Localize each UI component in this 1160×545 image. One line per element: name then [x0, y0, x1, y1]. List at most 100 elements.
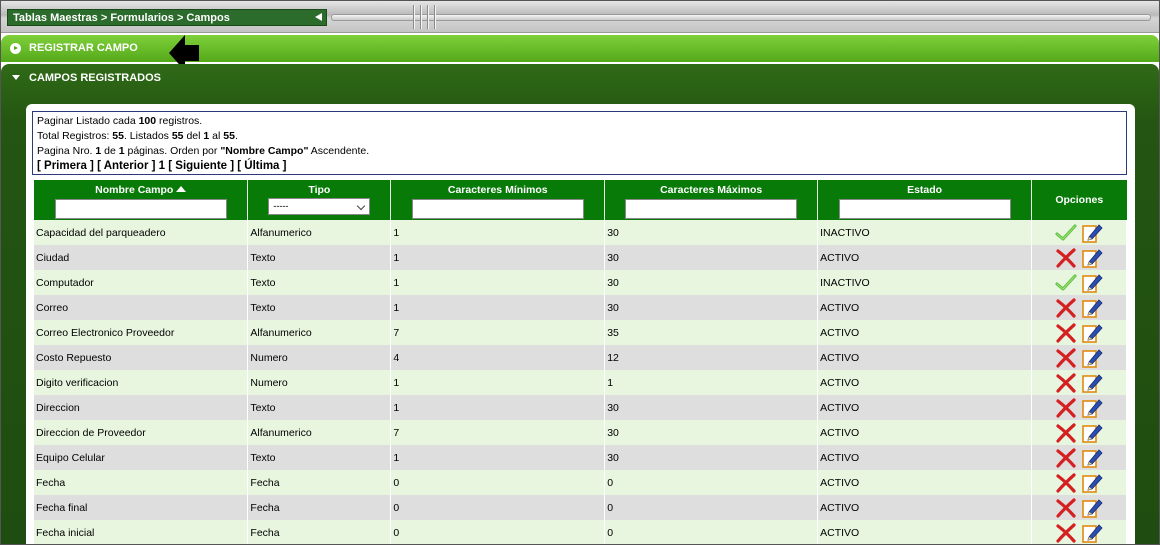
- delete-x-icon[interactable]: [1055, 372, 1077, 393]
- edit-icon[interactable]: [1081, 473, 1103, 493]
- cell-opciones: [1031, 245, 1127, 270]
- edit-icon[interactable]: [1081, 448, 1103, 468]
- table-row: Direccion Texto 1 30 ACTIVO: [34, 395, 1127, 420]
- delete-x-icon[interactable]: [1055, 522, 1077, 543]
- edit-icon[interactable]: [1081, 523, 1103, 543]
- cell-min: 4: [390, 345, 606, 370]
- cell-max: 0: [604, 470, 819, 495]
- cell-nombre: Direccion de Proveedor: [34, 420, 249, 445]
- header-nombre-campo[interactable]: Nombre Campo: [34, 180, 249, 220]
- cell-nombre: Fecha: [34, 470, 249, 495]
- delete-x-icon[interactable]: [1055, 422, 1077, 443]
- cell-nombre: Ciudad: [34, 245, 249, 270]
- table-header-row: Nombre Campo Tipo ----- Caracteres Mínim…: [34, 180, 1127, 220]
- table-row: Capacidad del parqueadero Alfanumerico 1 30…: [34, 220, 1127, 245]
- table-row: Correo Electronico Proveedor Alfanumerico…: [34, 320, 1127, 345]
- delete-x-icon[interactable]: [1055, 447, 1077, 468]
- cell-estado: INACTIVO: [817, 220, 1033, 245]
- delete-x-icon[interactable]: [1055, 247, 1077, 268]
- edit-icon[interactable]: [1081, 398, 1103, 418]
- cell-opciones: [1031, 495, 1127, 520]
- cell-opciones: [1031, 345, 1127, 370]
- pager-first-link[interactable]: [ Primera ]: [37, 160, 94, 172]
- edit-icon[interactable]: [1081, 373, 1103, 393]
- delete-x-icon[interactable]: [1055, 322, 1077, 343]
- cell-opciones: [1031, 295, 1127, 320]
- cell-max: 30: [604, 445, 819, 470]
- cell-min: 1: [390, 270, 606, 295]
- check-icon[interactable]: [1055, 273, 1077, 293]
- filter-estado-input[interactable]: [838, 199, 1011, 219]
- cell-opciones: [1031, 370, 1127, 395]
- cell-max: 30: [604, 395, 819, 420]
- breadcrumb[interactable]: Tablas Maestras > Formularios > Campos: [7, 9, 327, 26]
- register-field-title[interactable]: REGISTRAR CAMPO: [29, 42, 138, 54]
- cell-min: 1: [390, 220, 606, 245]
- filter-max-input[interactable]: [625, 199, 798, 219]
- expand-down-icon[interactable]: [12, 75, 20, 80]
- cell-estado: ACTIVO: [817, 495, 1033, 520]
- edit-icon[interactable]: [1081, 273, 1103, 293]
- pager: [ Primera ] [ Anterior ] 1 [ Siguiente ]…: [37, 159, 1122, 174]
- cell-nombre: Correo: [34, 295, 249, 320]
- cell-estado: ACTIVO: [817, 420, 1033, 445]
- cell-max: 0: [604, 495, 819, 520]
- cell-opciones: [1031, 470, 1127, 495]
- cell-tipo: Fecha: [247, 495, 392, 520]
- cell-nombre: Fecha final: [34, 495, 249, 520]
- toolbar-track: [331, 14, 1151, 21]
- fields-table: Nombre Campo Tipo ----- Caracteres Mínim…: [34, 180, 1127, 544]
- sort-ascending-icon[interactable]: [176, 186, 187, 192]
- cell-nombre: Correo Electronico Proveedor: [34, 320, 249, 345]
- table-row: Fecha final Fecha 0 0 ACTIVO: [34, 495, 1127, 520]
- cell-tipo: Fecha: [247, 520, 392, 544]
- cell-estado: ACTIVO: [817, 370, 1033, 395]
- table-row: Computador Texto 1 30 INACTIVO: [34, 270, 1127, 295]
- filter-min-input[interactable]: [411, 199, 584, 219]
- delete-x-icon[interactable]: [1055, 472, 1077, 493]
- cell-tipo: Texto: [247, 395, 392, 420]
- cell-nombre: Costo Repuesto: [34, 345, 249, 370]
- cell-opciones: [1031, 520, 1127, 544]
- cell-min: 1: [390, 370, 606, 395]
- cell-nombre: Fecha inicial: [34, 520, 249, 544]
- cell-tipo: Alfanumerico: [247, 420, 392, 445]
- cell-max: 35: [604, 320, 819, 345]
- delete-x-icon[interactable]: [1055, 497, 1077, 518]
- delete-x-icon[interactable]: [1055, 347, 1077, 368]
- registered-fields-title[interactable]: CAMPOS REGISTRADOS: [29, 72, 161, 84]
- cell-tipo: Alfanumerico: [247, 320, 392, 345]
- collapse-left-icon[interactable]: [315, 13, 322, 21]
- pager-current-page: 1: [158, 160, 166, 172]
- cell-estado: ACTIVO: [817, 445, 1033, 470]
- cell-max: 12: [604, 345, 819, 370]
- pager-next-link[interactable]: [ Siguiente ]: [168, 160, 234, 172]
- header-estado[interactable]: Estado: [817, 180, 1033, 220]
- table-row: Direccion de Proveedor Alfanumerico 7 30 ACT…: [34, 420, 1127, 445]
- cell-tipo: Numero: [247, 345, 392, 370]
- edit-icon[interactable]: [1081, 248, 1103, 268]
- edit-icon[interactable]: [1081, 498, 1103, 518]
- cell-tipo: Alfanumerico: [247, 220, 392, 245]
- pager-prev-link[interactable]: [ Anterior ]: [97, 160, 155, 172]
- pager-last-link[interactable]: [ Última ]: [237, 160, 286, 172]
- edit-icon[interactable]: [1081, 298, 1103, 318]
- filter-tipo-select[interactable]: -----: [268, 198, 371, 215]
- filter-nombre-input[interactable]: [54, 199, 227, 219]
- header-caracteres-maximos[interactable]: Caracteres Máximos: [604, 180, 819, 220]
- drag-grip-icon[interactable]: [407, 5, 449, 29]
- delete-x-icon[interactable]: [1055, 397, 1077, 418]
- check-icon[interactable]: [1055, 223, 1077, 243]
- edit-icon[interactable]: [1081, 423, 1103, 443]
- table-row: Fecha Fecha 0 0 ACTIVO: [34, 470, 1127, 495]
- edit-icon[interactable]: [1081, 323, 1103, 343]
- cell-min: 1: [390, 395, 606, 420]
- cell-estado: ACTIVO: [817, 245, 1033, 270]
- header-tipo[interactable]: Tipo -----: [247, 180, 392, 220]
- cell-min: 0: [390, 470, 606, 495]
- delete-x-icon[interactable]: [1055, 297, 1077, 318]
- edit-icon[interactable]: [1081, 223, 1103, 243]
- edit-icon[interactable]: [1081, 348, 1103, 368]
- header-caracteres-minimos[interactable]: Caracteres Mínimos: [390, 180, 606, 220]
- cell-max: 30: [604, 270, 819, 295]
